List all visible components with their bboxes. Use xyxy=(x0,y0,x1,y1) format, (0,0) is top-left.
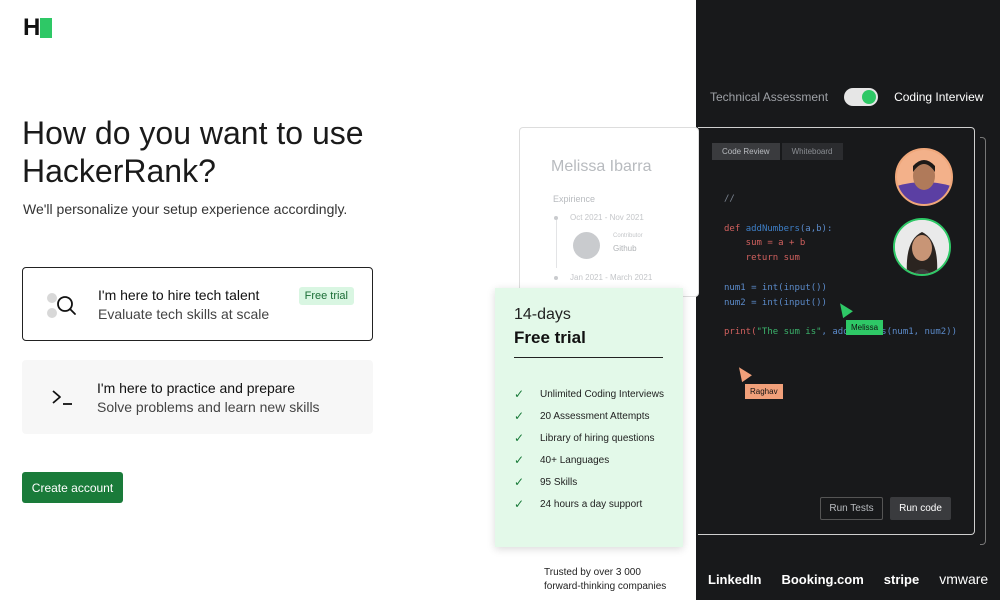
list-item: ✓ 40+ Languages xyxy=(514,449,664,471)
checkmark-icon: ✓ xyxy=(514,475,525,489)
stripe-logo: stripe xyxy=(883,571,920,587)
tab-whiteboard[interactable]: Whiteboard xyxy=(781,143,843,160)
option-description: Solve problems and learn new skills xyxy=(97,398,320,415)
run-tests-button[interactable]: Run Tests xyxy=(820,497,883,520)
feature-label: 20 Assessment Attempts xyxy=(540,410,650,422)
checkmark-icon: ✓ xyxy=(514,409,525,423)
mode-toggle-row: Technical Assessment Coding Interview xyxy=(710,88,983,106)
code-token: print( xyxy=(724,327,757,338)
code-line: num2 = int(input()) xyxy=(724,297,827,308)
trial-title: Free trial xyxy=(514,328,586,347)
tab-code-review[interactable]: Code Review xyxy=(712,143,780,160)
code-line: num1 = int(input()) xyxy=(724,282,827,293)
code-token: addNumbers xyxy=(745,223,800,234)
free-trial-card: 14-days Free trial ✓ Unlimited Coding Int… xyxy=(495,288,683,547)
list-item: ✓ 20 Assessment Attempts xyxy=(514,405,664,427)
experience-heading: Expirience xyxy=(553,194,596,204)
option-description: Evaluate tech skills at scale xyxy=(98,305,270,322)
mode-toggle[interactable] xyxy=(844,88,879,106)
list-item: ✓ 95 Skills xyxy=(514,471,664,493)
booking-logo: Booking.com xyxy=(781,571,864,587)
avatar xyxy=(895,148,953,206)
timeline-dot xyxy=(554,276,558,280)
timeline-dot xyxy=(554,216,558,220)
feature-label: 40+ Languages xyxy=(540,454,610,466)
checkmark-icon: ✓ xyxy=(514,387,525,401)
checkmark-icon: ✓ xyxy=(514,453,525,467)
logo-letter: H xyxy=(23,14,40,41)
toggle-label-left: Technical Assessment xyxy=(710,90,829,104)
code-line: // xyxy=(724,194,735,204)
option-practice[interactable]: I'm here to practice and prepare Solve p… xyxy=(22,360,373,434)
run-code-button[interactable]: Run code xyxy=(890,497,951,520)
code-token: sum xyxy=(783,253,800,264)
toggle-knob xyxy=(862,90,877,104)
feature-label: 24 hours a day support xyxy=(540,498,643,510)
checkmark-icon: ✓ xyxy=(514,497,525,511)
feature-label: Library of hiring questions xyxy=(540,432,655,444)
partner-logos: LinkedIn Booking.com stripe vmware xyxy=(708,571,988,587)
vmware-logo: vmware xyxy=(939,571,989,587)
role-label: Contributor xyxy=(613,233,643,239)
code-token: def xyxy=(724,223,746,234)
code-window-shadow xyxy=(980,137,986,545)
toggle-label-right: Coding Interview xyxy=(894,90,984,104)
option-hire-talent[interactable]: I'm here to hire tech talent Evaluate te… xyxy=(22,267,373,341)
experience-date: Jan 2021 - March 2021 xyxy=(570,273,653,282)
code-token: (a,b): xyxy=(799,223,833,234)
trusted-line: Trusted by over 3 000 xyxy=(544,567,641,578)
experience-date: Oct 2021 - Nov 2021 xyxy=(570,213,644,222)
code-token: "The sum is" xyxy=(756,327,822,338)
trusted-by-text: Trusted by over 3 000 forward-thinking c… xyxy=(544,566,666,594)
avatar xyxy=(893,218,951,276)
page-subtitle: We'll personalize your setup experience … xyxy=(23,201,348,217)
page-title: How do you want to use HackerRank? xyxy=(22,115,364,189)
search-icon xyxy=(23,268,98,340)
free-trial-badge: Free trial xyxy=(298,287,354,305)
linkedin-logo: LinkedIn xyxy=(708,571,762,587)
checkmark-icon: ✓ xyxy=(514,431,525,445)
create-account-button[interactable]: Create account xyxy=(22,472,123,503)
feature-label: 95 Skills xyxy=(540,476,578,488)
terminal-icon xyxy=(22,360,97,434)
code-token: , addNumbers(num1, num2)) xyxy=(821,327,958,338)
divider xyxy=(514,357,663,358)
cursor-label-melissa: Melissa xyxy=(846,320,884,335)
code-token: return xyxy=(724,253,784,264)
editor-tabs: Code Review Whiteboard xyxy=(712,143,843,160)
github-icon xyxy=(573,232,600,259)
code-line: sum = a + b xyxy=(724,238,806,249)
feature-label: Unlimited Coding Interviews xyxy=(540,388,664,400)
trial-feature-list: ✓ Unlimited Coding Interviews ✓ 20 Assessm… xyxy=(514,383,664,515)
candidate-name: Melissa Ibarra xyxy=(551,158,652,175)
logo-square xyxy=(40,18,53,38)
list-item: ✓ Library of hiring questions xyxy=(514,427,664,449)
trusted-line: forward-thinking companies xyxy=(544,581,667,592)
option-title: I'm here to hire tech talent xyxy=(98,286,260,303)
trial-duration: 14-days xyxy=(514,306,571,323)
cursor-label-raghav: Raghav xyxy=(745,384,783,399)
timeline-line xyxy=(556,220,557,268)
list-item: ✓ 24 hours a day support xyxy=(514,493,664,515)
candidate-profile-card: Melissa Ibarra Expirience Oct 2021 - Nov… xyxy=(519,127,699,297)
hackerrank-logo[interactable]: H xyxy=(23,14,53,41)
company-label: Github xyxy=(613,244,637,253)
option-title: I'm here to practice and prepare xyxy=(97,379,296,396)
list-item: ✓ Unlimited Coding Interviews xyxy=(514,383,664,405)
